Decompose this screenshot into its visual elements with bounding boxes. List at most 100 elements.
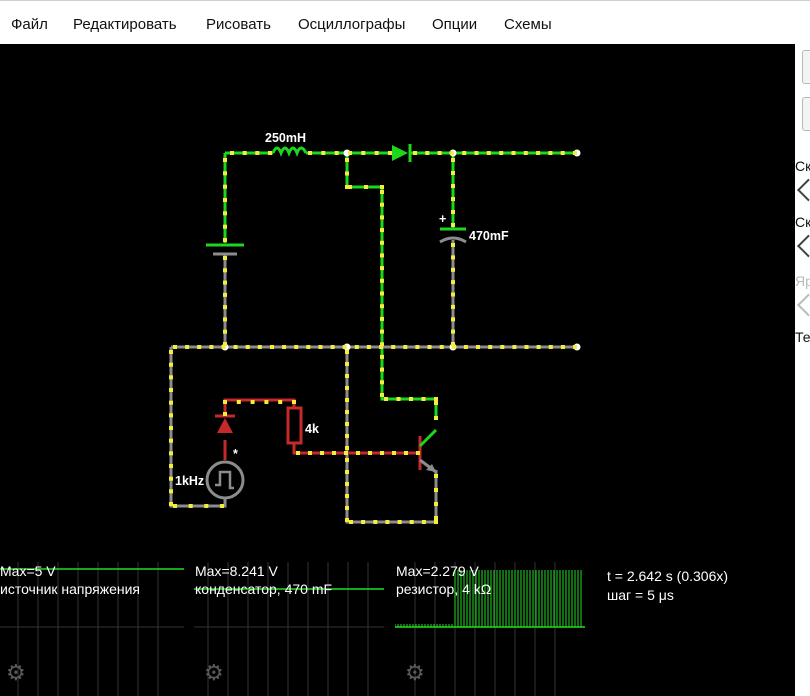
current-dot [318, 345, 323, 349]
current-dot [548, 151, 553, 155]
scope-name: конденсатор, 470 mF [195, 581, 333, 597]
menu-edit[interactable]: Редактировать [73, 16, 177, 33]
menu-draw[interactable]: Рисовать [206, 16, 271, 33]
current-dot [345, 434, 349, 438]
current-dot [380, 354, 384, 359]
capacitor-polarity: + [439, 212, 446, 226]
current-dot [361, 151, 366, 155]
gear-icon[interactable]: ⚙ [405, 662, 425, 684]
current-dot [223, 400, 227, 404]
battery-symbol[interactable] [206, 243, 244, 256]
source-label: 1kHz [175, 474, 204, 488]
scope-max-value: Max=8.241 V [195, 563, 278, 579]
current-dot [221, 345, 226, 349]
current-dot [320, 451, 324, 455]
current-dot [223, 256, 227, 260]
current-dot [223, 224, 227, 229]
current-dot [185, 345, 190, 349]
resistor-symbol[interactable] [286, 406, 303, 445]
current-dot [264, 400, 269, 404]
current-dot [169, 426, 173, 430]
menu-scopes[interactable]: Осциллографы [298, 16, 405, 33]
current-dot [345, 482, 349, 486]
current-dot [434, 474, 438, 478]
current-dot [354, 345, 359, 349]
current-dot [488, 345, 493, 349]
led-symbol[interactable] [215, 414, 235, 433]
slider-chevron-icon[interactable] [797, 293, 810, 317]
scope-capacitor[interactable]: Max=8.241 V конденсатор, 470 mF ⚙ [194, 562, 384, 696]
current-dot [451, 304, 455, 309]
current-dot [380, 266, 384, 271]
current-dot [391, 345, 396, 349]
current-dot [380, 393, 384, 397]
menu-circuits[interactable]: Схемы [504, 16, 552, 33]
current-dot [330, 345, 335, 349]
current-dot [169, 502, 173, 506]
current-dot [197, 345, 202, 349]
current-dot [462, 151, 467, 155]
current-dot [380, 329, 384, 334]
current-dot [169, 464, 173, 468]
current-dot [245, 345, 250, 349]
current-dot [223, 329, 227, 334]
gear-icon[interactable]: ⚙ [204, 662, 224, 684]
current-dot [292, 400, 296, 404]
current-dot [434, 397, 438, 401]
current-dot [223, 305, 227, 310]
current-dot [380, 316, 384, 321]
current-dot [223, 280, 227, 285]
current-dot [233, 345, 238, 349]
current-dot [169, 489, 173, 494]
current-dot [380, 278, 384, 283]
slider-chevron-icon[interactable] [797, 178, 810, 202]
menu-options[interactable]: Опции [432, 16, 477, 33]
current-dot [380, 215, 384, 220]
current-dot [451, 345, 456, 349]
slider-chevron-icon[interactable] [797, 234, 810, 258]
current-dot [223, 268, 227, 273]
current-dot [451, 184, 455, 188]
current-dot [512, 345, 517, 349]
current-dot [321, 151, 326, 155]
inductor-symbol[interactable] [271, 146, 308, 158]
current-dot [169, 438, 173, 443]
transistor-symbol[interactable] [418, 428, 438, 474]
current-dot [342, 345, 347, 349]
current-dot [434, 416, 438, 420]
current-dot [250, 400, 255, 404]
diode-symbol[interactable] [392, 144, 412, 162]
circuit-canvas[interactable]: 250mH 470mF + 4k 1kHz * [0, 44, 795, 562]
wire-collector [345, 153, 438, 420]
current-dot [573, 345, 577, 349]
current-dot [282, 345, 287, 349]
current-dot [434, 516, 438, 520]
current-dot [413, 151, 417, 155]
current-dot [380, 253, 384, 258]
current-dot [416, 451, 420, 455]
current-dot [451, 267, 455, 272]
current-dot [434, 488, 438, 492]
current-dot [463, 345, 468, 349]
current-dot [223, 198, 227, 202]
side-button-2[interactable] [802, 97, 810, 131]
side-button-1[interactable] [802, 50, 810, 84]
scope-resistor[interactable]: Max=2.279 V резистор, 4 kΩ ⚙ [395, 562, 585, 696]
menu-bar: Файл Редактировать Рисовать Осциллографы… [0, 0, 810, 44]
current-dot [257, 345, 262, 349]
current-dot [332, 451, 336, 455]
current-dot [451, 292, 455, 297]
current-dot [268, 151, 272, 155]
square-wave-source[interactable] [205, 460, 245, 500]
scope-max-value: Max=5 V [0, 563, 56, 579]
gear-icon[interactable]: ⚙ [6, 662, 26, 684]
circuit-diagram[interactable]: 250mH 470mF + 4k 1kHz * [0, 44, 795, 562]
current-dot [308, 451, 312, 455]
current-dot [421, 520, 426, 524]
current-dot [385, 520, 390, 524]
current-dot [451, 255, 455, 260]
current-dot [169, 400, 173, 405]
current-dot [451, 197, 455, 201]
menu-file[interactable]: Файл [11, 16, 48, 33]
scope-voltage-source[interactable]: Max=5 V источник напряжения ⚙ [0, 562, 184, 696]
